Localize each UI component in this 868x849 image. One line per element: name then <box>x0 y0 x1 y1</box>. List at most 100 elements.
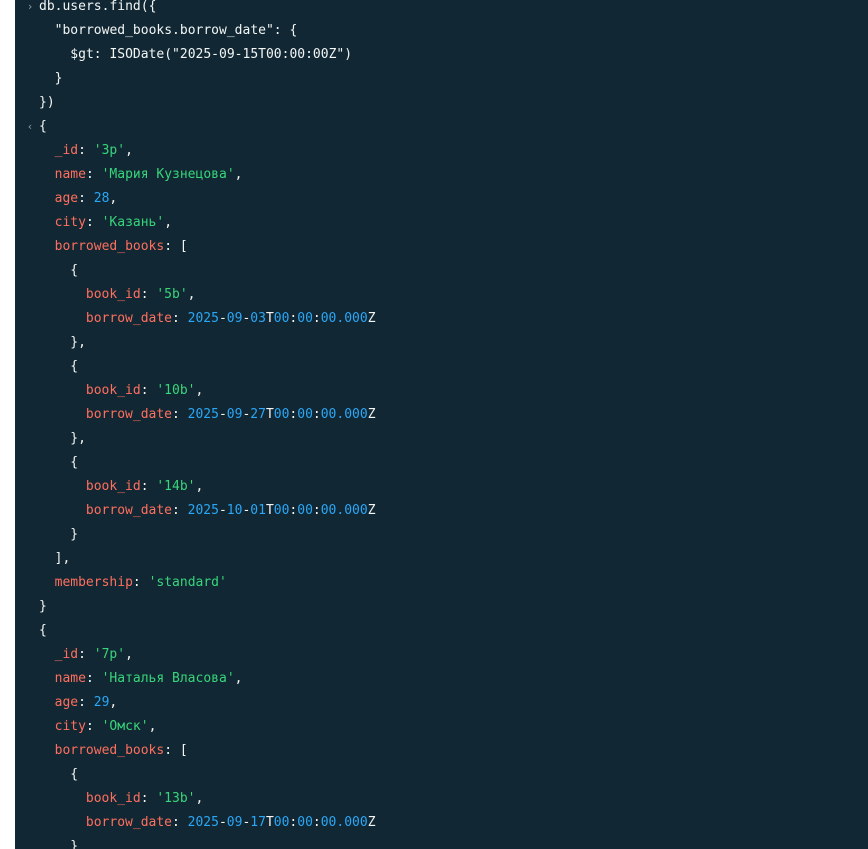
time-minute: 00 <box>297 503 313 518</box>
line-code: }) <box>39 91 55 115</box>
book-id-key: book_id <box>85 383 141 398</box>
borrow-date-key: borrow_date <box>85 311 172 326</box>
line-code: city: 'Омск', <box>55 715 157 739</box>
output-line: ], <box>15 547 868 571</box>
city-value: 'Омск' <box>101 719 149 734</box>
line-code: { <box>70 451 78 475</box>
line-code: { <box>39 619 47 643</box>
line-code: book_id: '13b', <box>86 787 203 811</box>
output-line: book_id: '13b', <box>15 787 868 811</box>
date-day: 01 <box>250 503 266 518</box>
output-line: { <box>15 763 868 787</box>
colon: : <box>132 575 149 590</box>
id-value: '3p' <box>93 143 126 158</box>
output-line: { <box>15 259 868 283</box>
comma: , <box>148 719 157 734</box>
line-code: } <box>70 835 78 849</box>
output-line: membership: 'standard' <box>15 571 868 595</box>
line-code: name: 'Наталья Власова', <box>55 667 243 691</box>
output-line: city: 'Казань', <box>15 211 868 235</box>
line-code: borrow_date: 2025-09-27T00:00:00.000Z <box>86 403 376 427</box>
name-value: 'Наталья Власова' <box>101 671 235 686</box>
query-text: "borrowed_books.borrow_date": { <box>39 23 298 38</box>
colon: : <box>85 719 102 734</box>
output-line: } <box>15 67 868 91</box>
output-line: borrow_date: 2025-10-01T00:00:00.000Z <box>15 499 868 523</box>
brace-open: { <box>70 767 79 782</box>
time-minute: 00 <box>297 815 313 830</box>
output-line: book_id: '10b', <box>15 379 868 403</box>
time-hour: 00 <box>273 503 290 518</box>
line-code: { <box>70 355 78 379</box>
comma: , <box>195 479 204 494</box>
date-sep: - <box>218 311 227 326</box>
date-year: 2025 <box>187 311 219 326</box>
time-sep: : <box>312 311 321 326</box>
date-day: 17 <box>250 815 266 830</box>
borrowed-books-key: borrowed_books <box>54 743 165 758</box>
output-line: name: 'Наталья Власова', <box>15 667 868 691</box>
line-code: } <box>39 595 47 619</box>
colon: : <box>140 479 157 494</box>
membership-key: membership <box>54 575 133 590</box>
line-code: borrowed_books: [ <box>55 235 188 259</box>
output-line: $gt: ISODate("2025-09-15T00:00:00Z") <box>15 43 868 67</box>
colon: : <box>172 503 188 518</box>
date-suffix: Z <box>367 503 376 518</box>
output-line: "borrowed_books.borrow_date": { <box>15 19 868 43</box>
line-code: } <box>70 523 78 547</box>
line-code: name: 'Мария Кузнецова', <box>55 163 243 187</box>
membership-value: 'standard' <box>148 575 227 590</box>
output-line: borrowed_books: [ <box>15 235 868 259</box>
colon: : <box>78 143 94 158</box>
colon: : <box>172 407 188 422</box>
mongo-shell-output[interactable]: · ›db.users.find({ "borrowed_books.borro… <box>15 0 868 849</box>
comma: , <box>195 383 204 398</box>
date-year: 2025 <box>187 407 219 422</box>
array-open: : [ <box>164 743 188 758</box>
brace-close: }, <box>70 431 86 446</box>
output-line: _id: '3p', <box>15 139 868 163</box>
date-day: 27 <box>250 407 266 422</box>
brace-close: }, <box>70 335 86 350</box>
line-code: "borrowed_books.borrow_date": { <box>39 19 298 43</box>
colon: : <box>140 287 157 302</box>
comma: , <box>125 143 133 158</box>
date-sep: - <box>218 815 227 830</box>
date-month: 09 <box>226 407 243 422</box>
colon: : <box>140 791 157 806</box>
output-line: } <box>15 595 868 619</box>
comma: , <box>187 287 196 302</box>
colon: : <box>78 695 94 710</box>
date-sep: T <box>265 311 274 326</box>
colon: : <box>172 815 188 830</box>
date-sep: - <box>218 407 227 422</box>
time-sep: : <box>312 815 321 830</box>
colon: : <box>85 215 102 230</box>
date-suffix: Z <box>367 311 376 326</box>
brace-open: { <box>39 119 47 134</box>
comma: , <box>234 167 243 182</box>
line-code: age: 28, <box>55 187 118 211</box>
line-code: ], <box>55 547 71 571</box>
colon: : <box>85 671 102 686</box>
line-code: { <box>70 763 78 787</box>
array-close: ], <box>54 551 71 566</box>
output-line: }, <box>15 331 868 355</box>
id-key: _id <box>54 143 79 158</box>
input-prompt-icon: › <box>26 0 34 13</box>
name-value: 'Мария Кузнецова' <box>101 167 235 182</box>
brace-open: { <box>70 359 79 374</box>
line-code: membership: 'standard' <box>55 571 227 595</box>
date-sep: T <box>265 815 274 830</box>
borrowed-books-key: borrowed_books <box>54 239 165 254</box>
line-code: _id: '3p', <box>55 139 133 163</box>
book-id-key: book_id <box>85 479 141 494</box>
time-sep: : <box>312 503 321 518</box>
line-code: $gt: ISODate("2025-09-15T00:00:00Z") <box>39 43 352 67</box>
output-lines: › db.users.find({ "borrowed_books.borrow_… <box>15 0 868 849</box>
line-code: age: 29, <box>55 691 118 715</box>
colon: : <box>78 191 94 206</box>
line-code: book_id: '5b', <box>86 283 196 307</box>
time-second: 00.000 <box>320 815 368 830</box>
